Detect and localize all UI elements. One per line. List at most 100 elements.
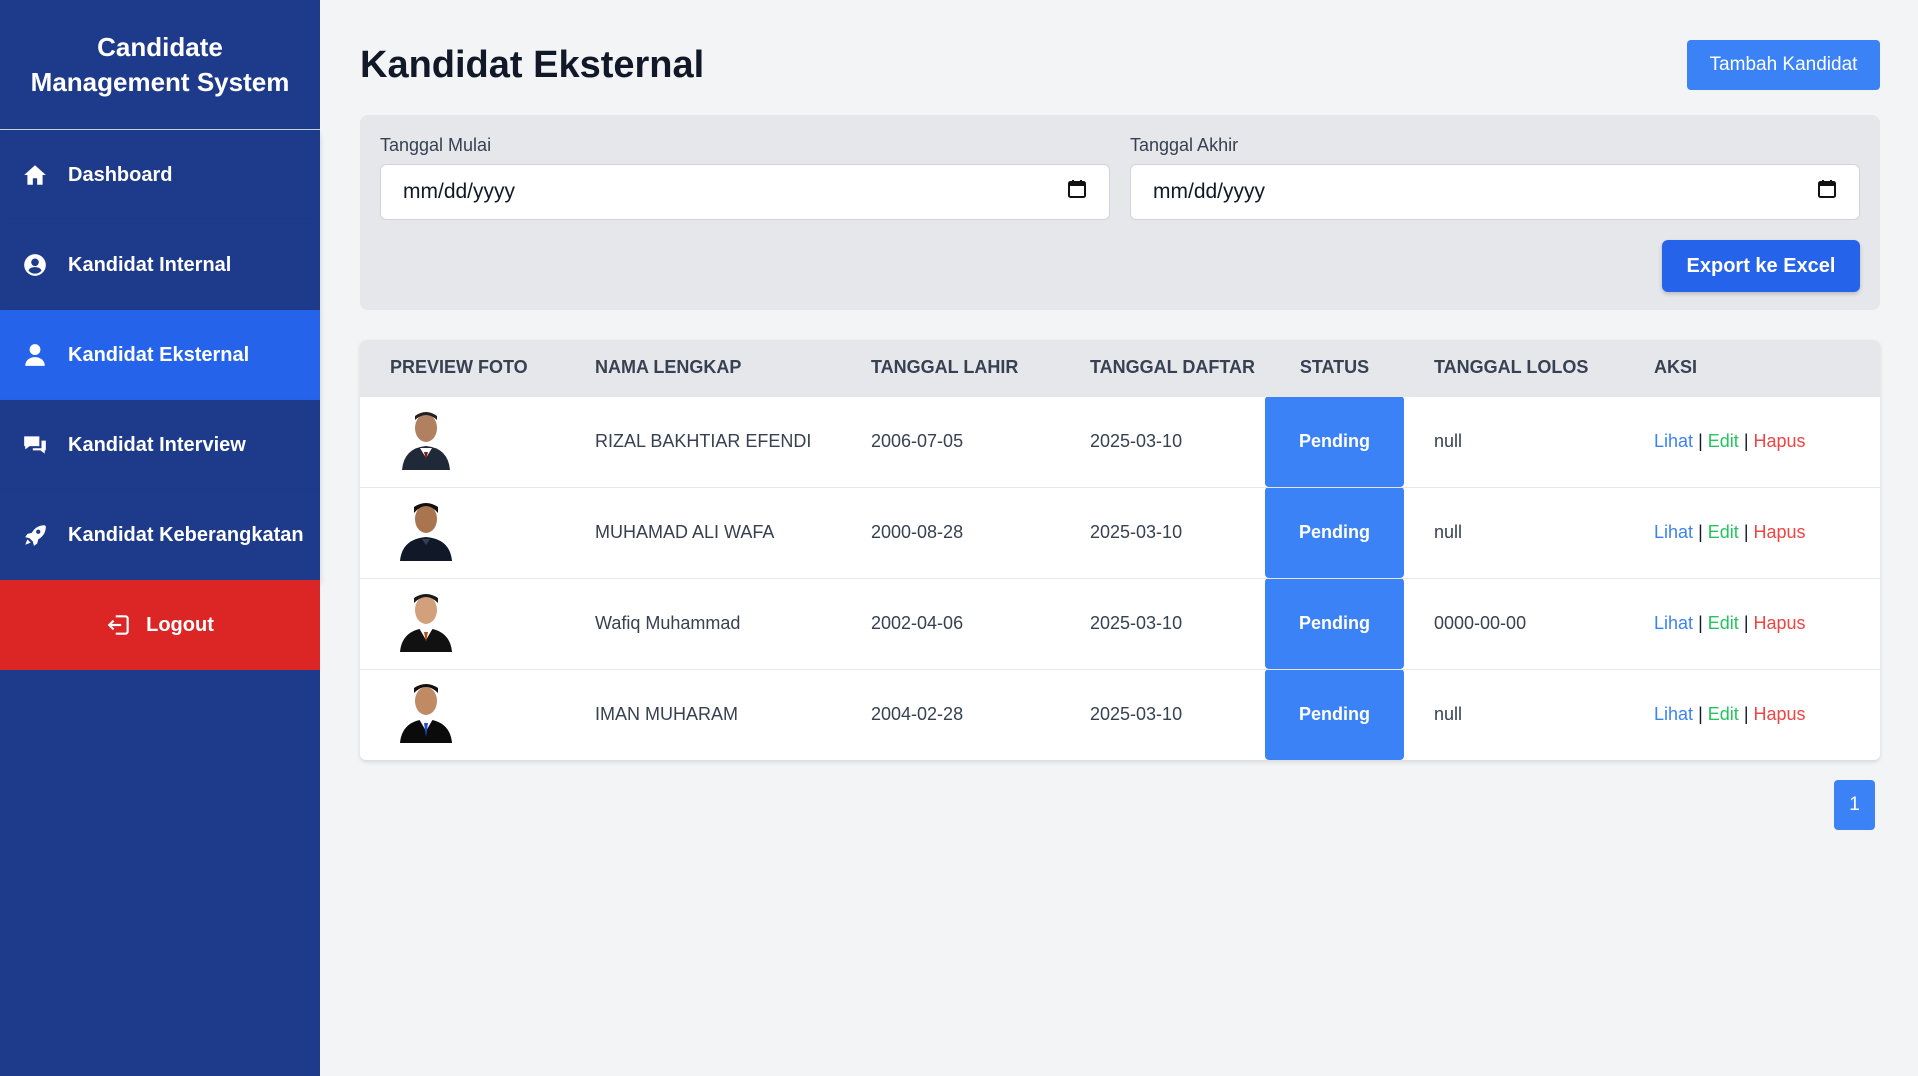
add-candidate-button[interactable]: Tambah Kandidat	[1687, 40, 1880, 90]
sidebar-item-kandidat-eksternal[interactable]: Kandidat Eksternal	[0, 310, 320, 400]
register-date-cell: 2025-03-10	[1060, 668, 1265, 760]
status-badge: Pending	[1265, 486, 1404, 578]
user-circle-icon	[22, 252, 48, 278]
end-date-value: mm/dd/yyyy	[1153, 180, 1266, 203]
column-header: TANGGAL LAHIR	[841, 340, 1060, 396]
home-icon	[22, 162, 48, 188]
separator: |	[1698, 613, 1703, 633]
column-header: AKSI	[1624, 340, 1880, 396]
filter-panel: Tanggal Mulai mm/dd/yyyy Tanggal Akhir m…	[360, 115, 1880, 310]
view-link[interactable]: Lihat	[1654, 431, 1693, 451]
sidebar-item-label: Kandidat Internal	[68, 253, 232, 276]
sidebar-item-label: Kandidat Interview	[68, 433, 246, 456]
sidebar: Candidate Management System Dashboard Ka…	[0, 0, 320, 1076]
sidebar-item-label: Kandidat Eksternal	[68, 343, 250, 366]
end-date-field: Tanggal Akhir mm/dd/yyyy	[1130, 135, 1860, 220]
sidebar-item-label: Dashboard	[68, 163, 173, 186]
photo-cell	[360, 577, 565, 669]
register-date-cell: 2025-03-10	[1060, 395, 1265, 487]
photo-cell	[360, 668, 565, 760]
actions-cell: Lihat | Edit | Hapus	[1624, 577, 1880, 669]
view-link[interactable]: Lihat	[1654, 613, 1693, 633]
photo-cell	[360, 486, 565, 578]
separator: |	[1698, 704, 1703, 725]
candidate-photo[interactable]	[398, 408, 454, 470]
sidebar-item-dashboard[interactable]: Dashboard	[0, 130, 320, 220]
candidate-photo[interactable]	[398, 681, 454, 744]
view-link[interactable]: Lihat	[1654, 522, 1693, 542]
logout-button[interactable]: Logout	[0, 580, 320, 670]
table-row: MUHAMAD ALI WAFA 2000-08-28 2025-03-10 P…	[360, 486, 1880, 578]
sidebar-item-kandidat-interview[interactable]: Kandidat Interview	[0, 400, 320, 490]
page-title: Kandidat Eksternal	[360, 44, 705, 86]
export-excel-button[interactable]: Export ke Excel	[1662, 240, 1860, 292]
sidebar-item-kandidat-internal[interactable]: Kandidat Internal	[0, 220, 320, 310]
start-date-input[interactable]: mm/dd/yyyy	[380, 164, 1110, 220]
pass-date-cell: null	[1404, 395, 1624, 487]
delete-link[interactable]: Hapus	[1754, 431, 1806, 451]
separator: |	[1743, 704, 1749, 725]
table-row: IMAN MUHARAM 2004-02-28 2025-03-10 Pendi…	[360, 668, 1880, 760]
sidebar-nav: Dashboard Kandidat Internal Kandidat Eks…	[0, 130, 320, 670]
pass-date-cell: 0000-00-00	[1404, 577, 1624, 669]
column-header: STATUS	[1265, 340, 1404, 396]
delete-link[interactable]: Hapus	[1754, 613, 1806, 633]
edit-link[interactable]: Edit	[1708, 613, 1739, 633]
register-date-cell: 2025-03-10	[1060, 486, 1265, 578]
edit-link[interactable]: Edit	[1708, 431, 1739, 451]
start-date-value: mm/dd/yyyy	[403, 180, 516, 203]
birth-date-cell: 2000-08-28	[841, 486, 1060, 578]
candidate-photo[interactable]	[398, 590, 454, 652]
separator: |	[1743, 522, 1749, 542]
logout-label: Logout	[146, 613, 214, 636]
view-link[interactable]: Lihat	[1654, 704, 1693, 724]
delete-link[interactable]: Hapus	[1754, 704, 1806, 724]
column-header: PREVIEW FOTO	[360, 340, 565, 396]
separator: |	[1743, 431, 1749, 451]
actions-cell: Lihat | Edit | Hapus	[1624, 668, 1880, 760]
status-badge: Pending	[1265, 395, 1404, 487]
name-cell: IMAN MUHARAM	[565, 668, 841, 760]
start-date-field: Tanggal Mulai mm/dd/yyyy	[380, 135, 1110, 220]
calendar-icon[interactable]	[1067, 179, 1087, 205]
birth-date-cell: 2006-07-05	[841, 395, 1060, 487]
candidate-table: PREVIEW FOTO NAMA LENGKAP TANGGAL LAHIR …	[360, 340, 1880, 760]
pagination-page-button[interactable]: 1	[1834, 780, 1875, 830]
birth-date-cell: 2002-04-06	[841, 577, 1060, 669]
user-icon	[22, 342, 48, 368]
status-badge: Pending	[1265, 577, 1404, 669]
pass-date-cell: null	[1404, 668, 1624, 760]
column-header: TANGGAL DAFTAR	[1060, 340, 1265, 396]
table-row: Wafiq Muhammad 2002-04-06 2025-03-10 Pen…	[360, 577, 1880, 669]
end-date-input[interactable]: mm/dd/yyyy	[1130, 164, 1860, 220]
separator: |	[1743, 613, 1749, 633]
delete-link[interactable]: Hapus	[1754, 522, 1806, 542]
status-badge: Pending	[1265, 668, 1404, 760]
photo-cell	[360, 395, 565, 487]
sidebar-item-label: Kandidat Keberangkatan	[68, 523, 304, 546]
table-row: RIZAL BAKHTIAR EFENDI 2006-07-05 2025-03…	[360, 395, 1880, 487]
rocket-icon	[22, 522, 48, 548]
logout-icon	[106, 612, 132, 638]
comments-icon	[22, 432, 48, 458]
column-header: NAMA LENGKAP	[565, 340, 841, 396]
app-brand: Candidate Management System	[0, 0, 320, 130]
edit-link[interactable]: Edit	[1708, 704, 1739, 724]
name-cell: Wafiq Muhammad	[565, 577, 841, 669]
pass-date-cell: null	[1404, 486, 1624, 578]
birth-date-cell: 2004-02-28	[841, 668, 1060, 760]
name-cell: RIZAL BAKHTIAR EFENDI	[565, 395, 841, 487]
separator: |	[1698, 431, 1703, 451]
column-header: TANGGAL LOLOS	[1404, 340, 1624, 396]
actions-cell: Lihat | Edit | Hapus	[1624, 395, 1880, 487]
actions-cell: Lihat | Edit | Hapus	[1624, 486, 1880, 578]
calendar-icon[interactable]	[1817, 179, 1837, 205]
table-header-row: PREVIEW FOTO NAMA LENGKAP TANGGAL LAHIR …	[360, 340, 1880, 396]
candidate-photo[interactable]	[398, 499, 454, 561]
separator: |	[1698, 522, 1703, 542]
start-date-label: Tanggal Mulai	[380, 135, 492, 155]
register-date-cell: 2025-03-10	[1060, 577, 1265, 669]
sidebar-item-kandidat-keberangkatan[interactable]: Kandidat Keberangkatan	[0, 490, 320, 580]
end-date-label: Tanggal Akhir	[1130, 135, 1239, 155]
edit-link[interactable]: Edit	[1708, 522, 1739, 542]
